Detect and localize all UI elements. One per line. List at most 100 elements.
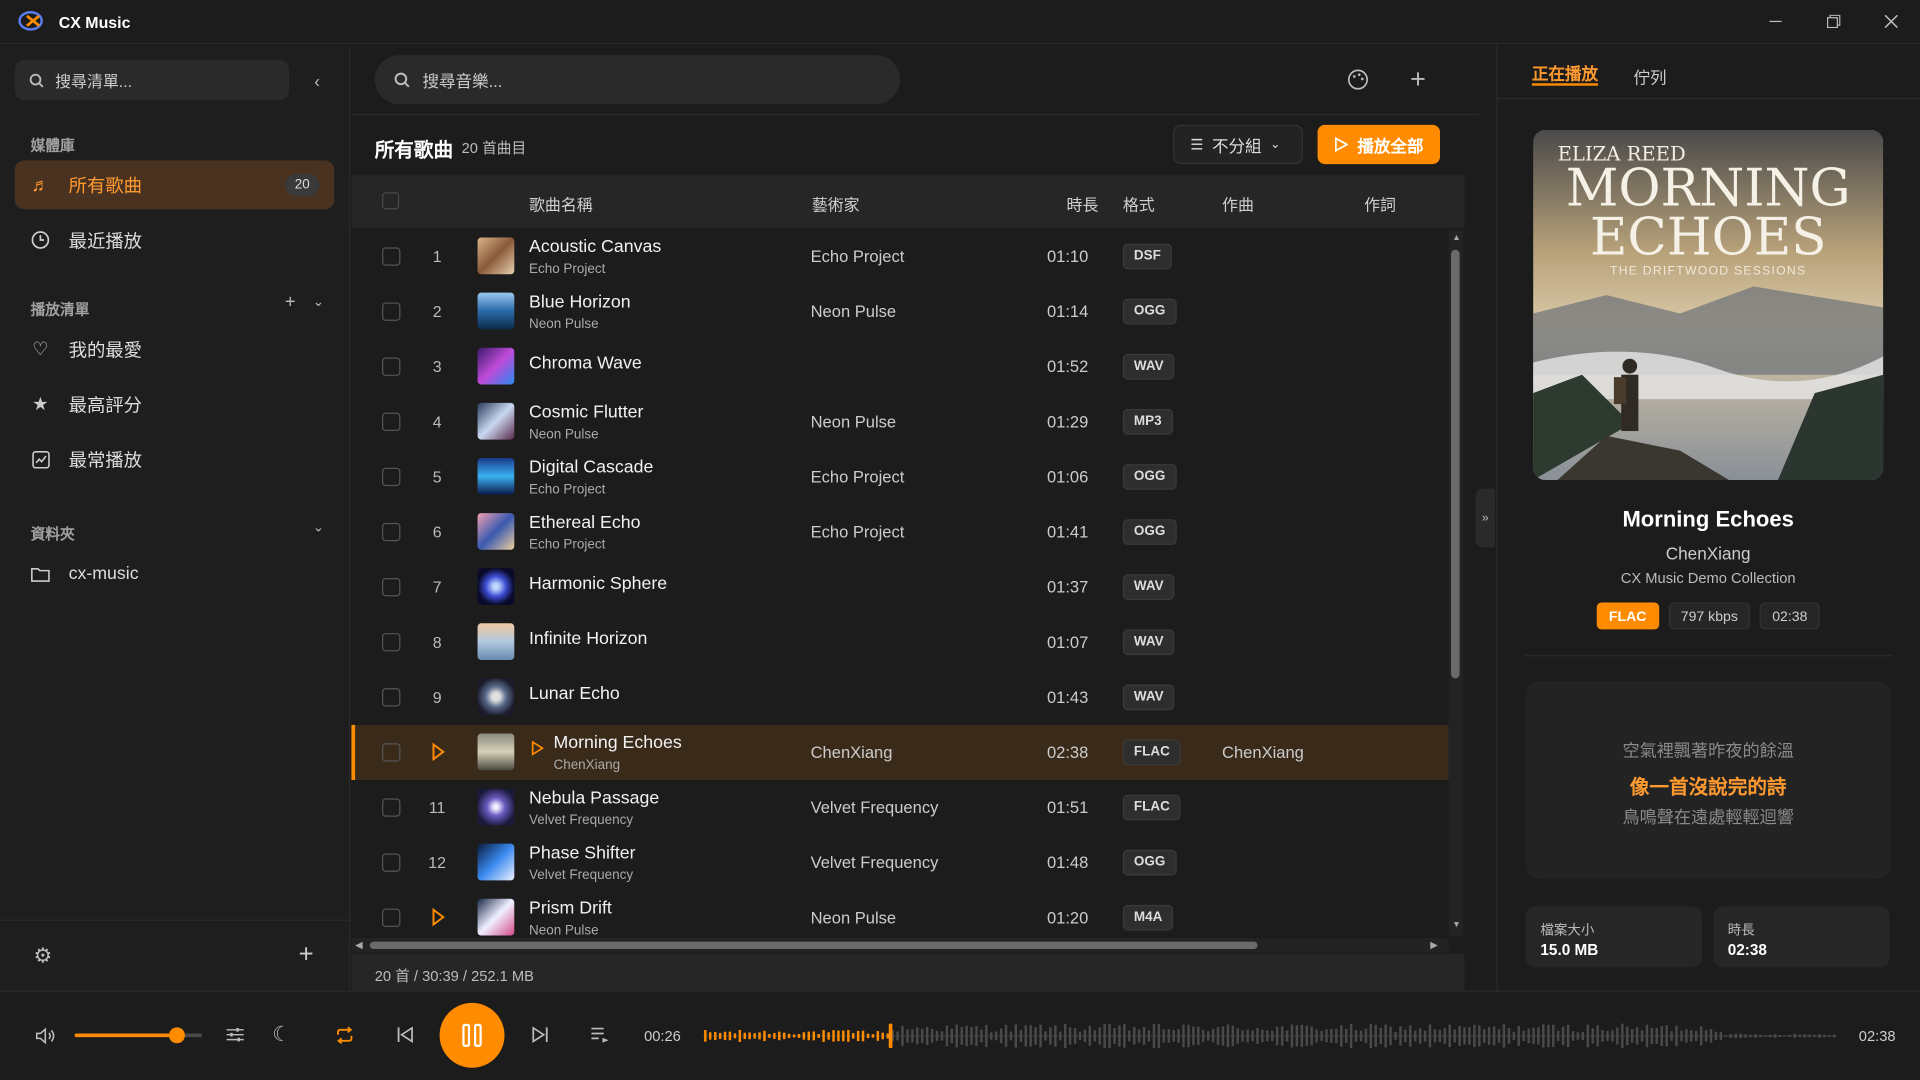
table-row[interactable]: 6 Ethereal Echo Echo Project Echo Project 01… [351,504,1448,559]
add-button[interactable]: + [293,940,320,968]
table-row[interactable]: 3 Chroma Wave 01:52 WAV [351,339,1448,394]
music-search-input[interactable]: 搜尋音樂... [374,55,901,105]
vertical-scroll-thumb[interactable] [1451,249,1460,679]
waveform-bar [1768,1034,1772,1038]
track-duration: 01:06 [1046,467,1089,487]
row-checkbox[interactable] [382,357,401,376]
volume-slider[interactable] [74,1027,203,1044]
scroll-left-icon[interactable]: ◀ [355,939,363,950]
row-checkbox[interactable] [382,798,401,817]
row-checkbox[interactable] [382,633,401,652]
chevron-down-icon: ⌄ [312,519,325,535]
track-artist: Velvet Frequency [810,798,939,817]
next-button[interactable] [527,1021,554,1048]
playlists-toggle-button[interactable]: ⌄ [309,291,329,311]
track-thumbnail [477,788,515,826]
previous-button[interactable] [392,1021,419,1048]
table-row[interactable]: 12 Phase Shifter Velvet Frequency Velvet Fr… [351,835,1448,890]
waveform-bar [807,1031,811,1041]
waveform-bar [1744,1034,1747,1038]
track-number: 4 [432,412,442,432]
vertical-scrollbar[interactable]: ▲ ▼ [1448,230,1464,936]
table-row[interactable]: 1 Acoustic Canvas Echo Project Echo Project… [351,229,1448,284]
row-checkbox[interactable] [382,743,401,762]
folders-toggle-button[interactable]: ⌄ [309,517,329,537]
folder-icon [29,563,51,585]
tab-queue[interactable]: 佇列 [1633,64,1666,88]
scroll-down-icon[interactable]: ▼ [1452,921,1460,930]
row-checkbox[interactable] [382,467,401,487]
column-header-format[interactable]: 格式 [1123,192,1155,215]
music-note-icon: ♬ [31,174,50,196]
tab-now-playing[interactable]: 正在播放 [1532,60,1598,84]
waveform-bar [1039,1024,1042,1048]
track-thumbnail [477,513,515,550]
table-row-now-playing[interactable]: Morning Echoes ChenXiang ChenXiang 02:38 FLA… [351,724,1449,781]
waveform-bar [1068,1027,1072,1045]
table-row[interactable]: 8 Infinite Horizon 01:07 WAV [351,615,1448,670]
repeat-button[interactable] [331,1021,358,1048]
equalizer-button[interactable] [222,1021,249,1048]
row-checkbox[interactable] [382,247,401,266]
sleep-timer-button[interactable]: ☾ [268,1021,295,1048]
waveform-seekbar[interactable] [702,1011,1837,1060]
column-header-composer[interactable]: 作曲 [1222,192,1254,215]
volume-button[interactable] [32,1022,59,1049]
column-header-title[interactable]: 歌曲名稱 [529,192,593,215]
sidebar-item-all-songs[interactable]: ♬ 所有歌曲 20 [14,160,335,210]
scroll-right-icon[interactable]: ▶ [1430,939,1438,950]
add-playlist-button[interactable]: + [280,291,300,312]
group-by-select[interactable]: ☰ 不分組 ⌄ [1173,124,1303,165]
row-checkbox[interactable] [382,302,401,321]
sidebar-item-most-played[interactable]: 最常播放 [15,435,335,484]
horizontal-scroll-thumb[interactable] [369,941,1258,949]
sidebar-item-top-rated[interactable]: ★ 最高評分 [15,380,335,429]
play-pause-button[interactable] [439,1002,505,1068]
sidebar-item-recent[interactable]: 最近播放 [15,216,335,265]
track-subtitle: Echo Project [528,537,606,553]
table-row[interactable]: 9 Lunar Echo 01:43 WAV [351,670,1448,725]
table-row[interactable]: 11 Nebula Passage Velvet Frequency Velvet F… [351,780,1448,835]
table-row[interactable]: 4 Cosmic Flutter Neon Pulse Neon Pulse 01:29… [351,394,1448,449]
sidebar-item-favorites[interactable]: ♡ 我的最愛 [15,324,335,373]
lyric-line-current: 像一首沒說完的詩 [1629,777,1787,799]
playlist-search-input[interactable]: 搜尋清單... [14,60,289,101]
track-artist: Echo Project [810,247,905,266]
row-checkbox[interactable] [382,853,401,872]
minimize-button[interactable] [1747,0,1803,42]
table-row[interactable]: 7 Harmonic Sphere 01:37 WAV [351,560,1448,615]
close-button[interactable] [1862,0,1918,42]
sidebar-item-folder-cx-music[interactable]: cx-music [15,550,335,599]
row-checkbox[interactable] [382,577,401,597]
restore-button[interactable] [1805,0,1861,42]
row-play-icon[interactable] [415,742,459,762]
waveform-bar [1118,1025,1121,1047]
scroll-up-icon[interactable]: ▲ [1452,234,1460,243]
queue-button[interactable] [587,1021,614,1048]
settings-button[interactable]: ⚙ [29,943,56,970]
column-header-artist[interactable]: 藝術家 [812,192,860,215]
table-row[interactable]: 2 Blue Horizon Neon Pulse Neon Pulse 01:14 OG… [351,284,1448,339]
row-checkbox[interactable] [382,412,401,432]
row-play-icon[interactable] [415,907,459,927]
column-header-duration[interactable]: 時長 [1067,192,1099,215]
horizontal-scrollbar[interactable]: ◀ ▶ [351,937,1449,953]
row-checkbox[interactable] [382,688,401,707]
waveform-bar [1571,1031,1575,1041]
plus-icon: + [1410,63,1426,95]
collapse-sidebar-button[interactable]: ‹ [304,67,331,94]
column-header-lyricist[interactable]: 作詞 [1364,192,1396,215]
table-row[interactable]: 5 Digital Cascade Echo Project Echo Project… [351,449,1448,504]
palette-button[interactable] [1343,65,1372,94]
queue-icon [591,1027,609,1043]
track-artist: Echo Project [810,522,905,542]
row-checkbox[interactable] [382,908,401,927]
waveform-bar [1404,1029,1407,1043]
waveform-bar [1773,1034,1777,1038]
waveform-bar [856,1030,860,1042]
row-checkbox[interactable] [382,522,401,542]
play-all-button[interactable]: 播放全部 [1317,124,1441,165]
add-music-button[interactable]: + [1403,63,1432,95]
select-all-checkbox[interactable] [382,192,400,210]
toggle-right-panel-button[interactable]: » [1475,488,1496,548]
